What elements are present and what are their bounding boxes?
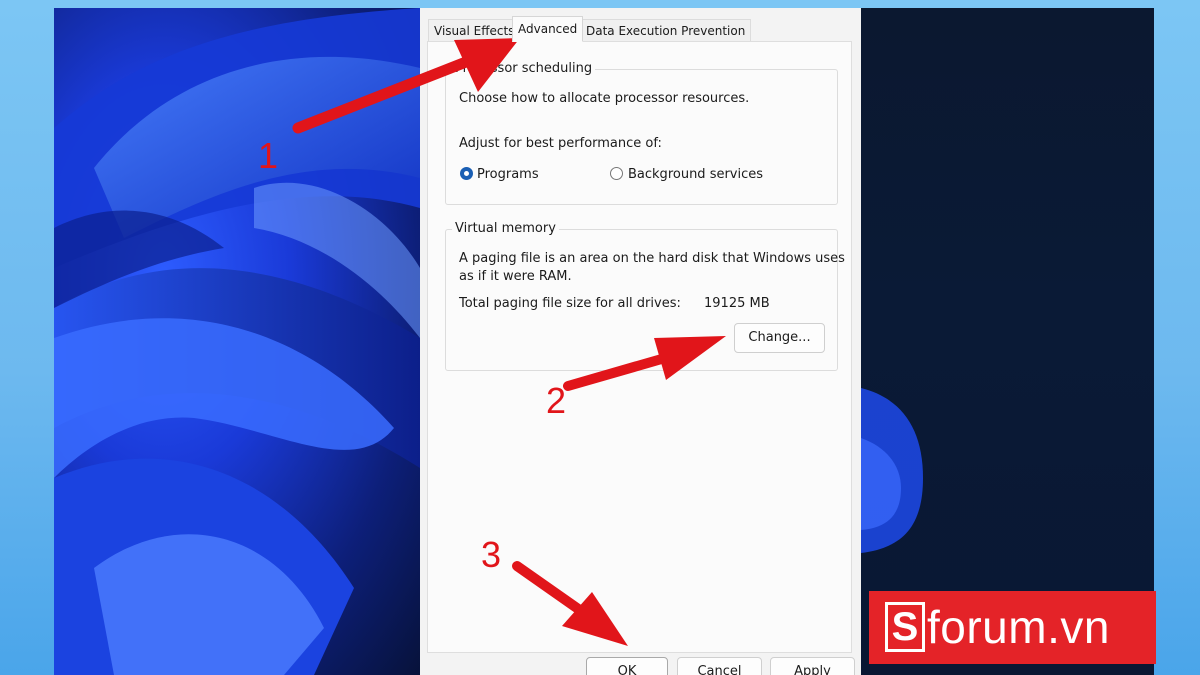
- step-3-label: 3: [481, 534, 502, 575]
- step-1-label: 1: [258, 135, 279, 176]
- tab-advanced[interactable]: Advanced: [512, 16, 584, 42]
- sforum-s-mark: S: [885, 602, 925, 652]
- arrow-3: [512, 561, 628, 646]
- arrow-2: [563, 336, 726, 391]
- sforum-wordmark: forum.vn: [927, 601, 1110, 653]
- arrow-1: [292, 38, 520, 134]
- step-2-label: 2: [546, 380, 567, 421]
- annotation-arrows-layer: [292, 38, 726, 646]
- sforum-logo: S forum.vn: [869, 591, 1156, 664]
